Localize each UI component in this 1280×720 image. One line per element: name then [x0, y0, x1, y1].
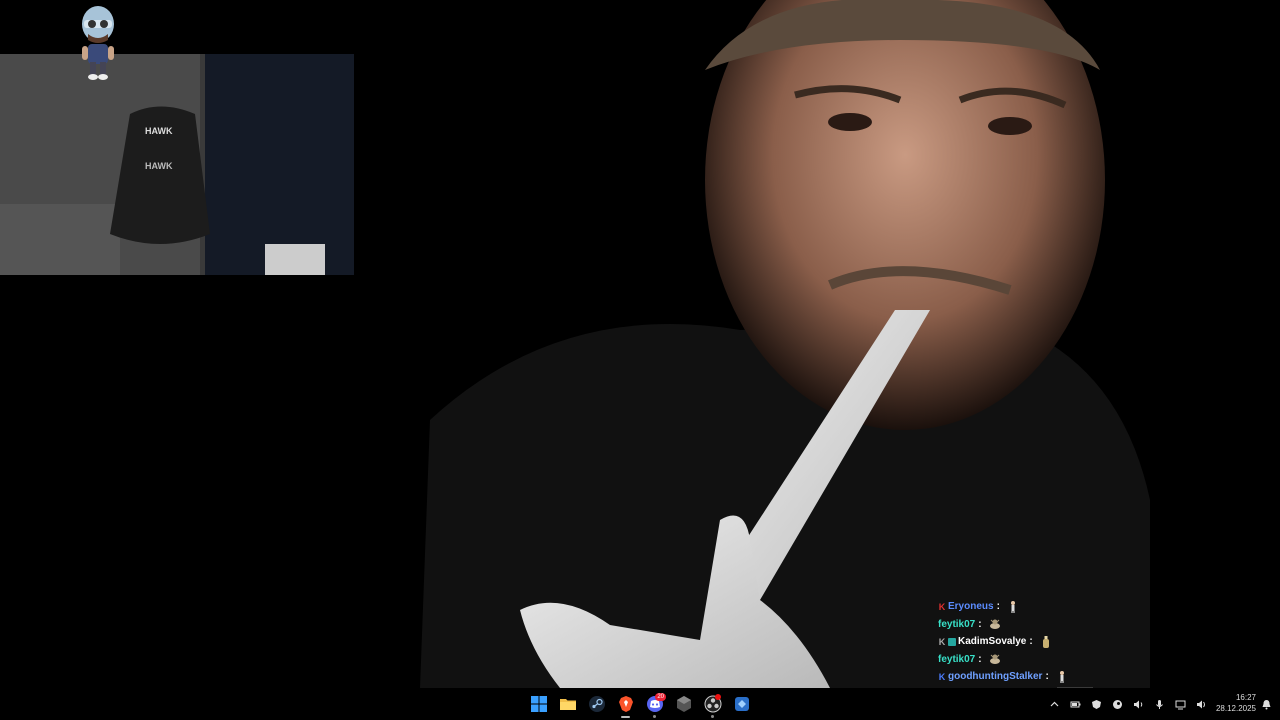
chat-separator: :: [978, 618, 982, 630]
tray-battery[interactable]: [1065, 688, 1086, 720]
chat-message: K KadimSovalye:: [938, 633, 1138, 651]
system-tray: [1044, 688, 1212, 720]
chat-message: K Eryoneus:: [938, 598, 1138, 616]
webcam-overlay: HAWK HAWK: [0, 54, 354, 275]
chat-message: KgoodhuntingStalker:: [938, 668, 1138, 686]
battery-icon: [1070, 701, 1081, 707]
discord-badge: 20: [655, 693, 666, 701]
person-emote: [1006, 600, 1020, 614]
chat-badge-icon: [948, 637, 956, 646]
chat-message: feytik07:: [938, 616, 1138, 634]
chat-separator: :: [996, 601, 1000, 613]
obs-studio-button[interactable]: [698, 688, 727, 720]
folder-icon: [559, 699, 576, 710]
microphone-icon: [1156, 699, 1163, 709]
taskbar: 20 16:27 28.12.2025: [0, 688, 1280, 720]
chat-badge-icon: K: [938, 636, 946, 647]
chat-separator: :: [978, 653, 982, 665]
chevron-up-icon: [1050, 701, 1059, 706]
taskbar-apps: 20: [524, 688, 756, 720]
chat-message: feytik07:: [938, 651, 1138, 669]
network-icon: [1175, 700, 1186, 709]
tray-steam[interactable]: [1107, 688, 1128, 720]
chat-username: feytik07: [938, 618, 976, 630]
bell-icon: [1262, 699, 1270, 709]
cube-icon: [676, 696, 691, 712]
chat-username: goodhuntingStalker: [948, 671, 1043, 683]
streamer-avatar: [82, 6, 114, 80]
shield-icon: [1092, 699, 1101, 709]
obs-app-button[interactable]: [669, 688, 698, 720]
cat-emote: [988, 652, 1002, 666]
clock-date: 28.12.2025: [1215, 704, 1256, 713]
tray-microphone[interactable]: [1149, 688, 1170, 720]
chat-badge-icon: K: [938, 671, 946, 682]
app-button[interactable]: [727, 688, 756, 720]
windows-icon: [530, 696, 547, 712]
tray-overflow-chevron[interactable]: [1044, 688, 1065, 720]
steam-icon: [1113, 699, 1122, 709]
bottle-emote: [1039, 635, 1053, 649]
discord-button[interactable]: 20: [640, 688, 669, 720]
tray-speaker[interactable]: [1128, 688, 1149, 720]
clock-time: 16:27: [1235, 693, 1256, 702]
chat-username: KadimSovalye: [958, 636, 1027, 648]
chair-brand-text: HAWK: [145, 161, 173, 171]
chat-separator: :: [1045, 671, 1049, 683]
tray-shield[interactable]: [1086, 688, 1107, 720]
taskbar-clock[interactable]: 16:27 28.12.2025: [1206, 692, 1256, 714]
person-emote: [1055, 670, 1069, 684]
brave-browser-button[interactable]: [611, 688, 640, 720]
tray-network[interactable]: [1170, 688, 1191, 720]
chat-username: Eryoneus: [948, 601, 994, 613]
chat-separator: :: [1029, 636, 1033, 648]
chat-username: feytik07: [938, 653, 976, 665]
app-icon: [734, 697, 749, 711]
cat-emote: [988, 617, 1002, 631]
speaker-icon: [1134, 700, 1143, 708]
chair-brand-text: HAWK: [145, 126, 173, 136]
webcam-feed: HAWK HAWK: [0, 54, 354, 275]
steam-icon: [588, 696, 605, 712]
notification-center-button[interactable]: [1256, 688, 1276, 720]
file-explorer-button[interactable]: [553, 688, 582, 720]
notification-dot: [715, 694, 721, 700]
brave-icon: [618, 696, 633, 712]
steam-button[interactable]: [582, 688, 611, 720]
chat-badge-icon: K: [938, 601, 946, 612]
start-button[interactable]: [524, 688, 553, 720]
